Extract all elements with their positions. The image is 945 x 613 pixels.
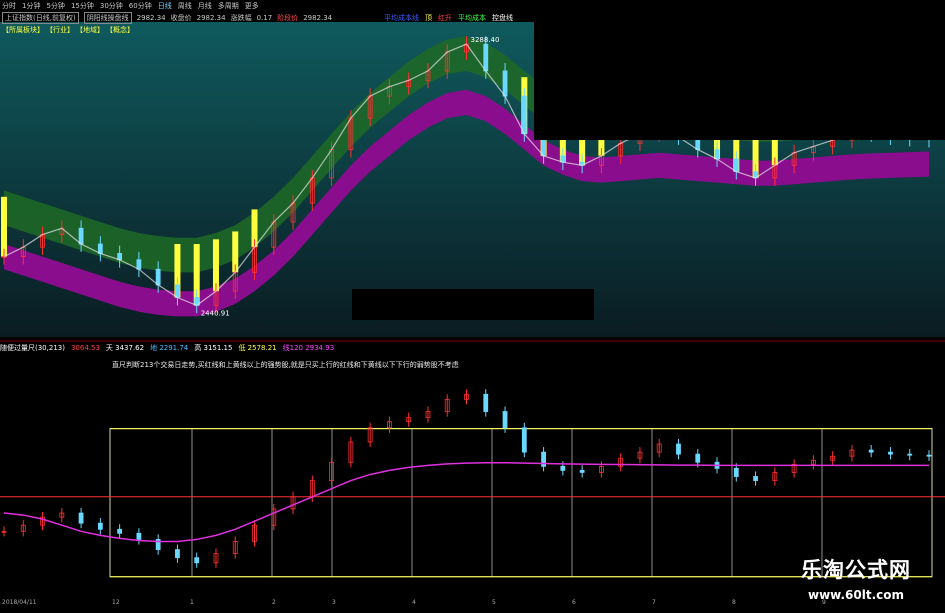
b-candle-body-46 [888,451,893,455]
candle-body-27 [521,95,527,135]
date-tick-5: 4 [412,599,416,606]
period-tab-10[interactable]: 更多 [245,1,259,11]
watermark-title: 乐淘公式网 [801,558,911,582]
candle-body-25 [483,43,489,72]
b-candle-body-4 [78,512,84,524]
overlay-rect-1 [534,0,945,140]
period-tab-1[interactable]: 1分钟 [22,1,40,11]
chart-legend: 平均成本线顶红升 平均成本 控盘线 [384,13,513,23]
candle-body-7 [136,259,142,270]
date-tick-8: 7 [652,599,656,606]
legend-item-1: 顶 [425,14,432,22]
legend-item-0: 平均成本线 [384,14,419,22]
period-tab-2[interactable]: 5分钟 [46,1,64,11]
indicator-panel-title[interactable]: 随便过量尺(30,213) [0,343,65,353]
candle-body-4 [78,227,84,245]
overlay-rect-2 [352,289,594,320]
chart-canvas: 3288.40 2440.91 [0,0,945,578]
period-tab-0[interactable]: 分时 [2,1,16,11]
period-tab-7[interactable]: 周线 [178,1,192,11]
b-candle-body-10 [194,557,200,564]
b-candle-body-5 [97,522,103,530]
date-tick-2: 1 [190,599,194,606]
indicator-value-2: 地 2291.74 [150,344,189,352]
b-candle-body-29 [560,465,566,471]
b-candle-body-26 [502,411,508,429]
indicator-value-3: 高 3151.15 [194,344,233,352]
high-label: 3288.40 [471,36,500,44]
tag-industry[interactable]: 【行业】 [46,25,74,35]
b-candle-body-36 [695,453,701,463]
index-name: 上证指数(日线,前复权) [2,11,79,24]
b-candle-body-27 [521,427,527,453]
indicator-panel-header: 随便过量尺(30,213) 3064.53 天 3437.62 地 2291.74 高… [0,343,334,353]
candle-body-38 [733,158,739,173]
b-candle-body-45 [868,449,874,453]
b-candle-body-39 [753,476,758,481]
info-bar: 上证指数(日线,前复权) 阴阳线操盘线 2982.34 收盘价 2982.34 … [0,11,333,24]
period-tab-5[interactable]: 60分钟 [129,1,152,11]
candle-body-5 [97,243,103,254]
date-tick-1: 12 [112,599,120,606]
watermark: 乐淘公式网 www.60lt.com [801,554,911,602]
indicator-value-1: 天 3437.62 [105,344,145,352]
tag-bar: 【所属板块】 【行业】 【地域】 【概念】 [2,25,134,35]
date-tick-6: 5 [492,599,496,606]
period-tab-4[interactable]: 30分钟 [100,1,123,11]
date-axis: 2018/04/11 12 1 2 3 4 5 6 7 8 9 [0,599,945,609]
candle-body-37 [714,149,720,160]
change-value: 0.17 [256,13,273,22]
period-tab-6[interactable]: 日线 [158,1,172,11]
legend-item-2: 红升 [438,14,452,22]
b-candle-body-6 [117,528,123,534]
yellow-bar-0 [1,196,7,257]
close-label: 收盘价 [170,13,192,22]
period-tab-9[interactable]: 多周期 [218,1,239,11]
indicator-value-5: 线120 2934.93 [282,344,335,352]
tag-region[interactable]: 【地域】 [76,25,104,35]
tag-sector[interactable]: 【所属板块】 [2,25,44,35]
date-tick-9: 8 [732,599,736,606]
period-tab-3[interactable]: 15分钟 [71,1,94,11]
candle-body-26 [502,70,508,97]
period-tab-8[interactable]: 月线 [198,1,212,11]
date-tick-0: 2018/04/11 [2,599,37,606]
indicator-value-4: 低 2578.21 [238,344,277,352]
b-candle-body-48 [926,454,932,457]
b-candle-body-25 [483,393,489,412]
date-tick-3: 2 [272,599,276,606]
price-value: 2982.34 [136,13,166,22]
b-candle-body-9 [175,549,180,559]
stock-chart: 3288.40 2440.91 [0,0,945,609]
low-label: 2440.91 [201,309,230,317]
b-candle-body-7 [136,532,142,540]
legend-item-4: 控盘线 [492,14,513,22]
tag-concept[interactable]: 【概念】 [106,25,134,35]
close-value: 2982.34 [196,13,226,22]
b-candle-body-47 [907,453,913,456]
candle-body-8 [155,268,161,286]
candle-body-9 [175,284,180,298]
line-120 [3,461,929,543]
extra-label: 阶段价 [277,13,299,22]
indicator-name[interactable]: 阴阳线操盘线 [83,11,132,24]
b-candle-body-38 [733,467,739,477]
legend-item-3: 平均成本 [458,14,486,22]
extra-value: 2982.34 [303,13,333,22]
date-tick-4: 3 [332,599,336,606]
indicator-description: 直尺判断213个交易日走势,买红线和上黄线以上的强势股,就是只买上行的红线和下黄… [112,361,459,369]
date-tick-7: 6 [572,599,576,606]
b-candle-body-30 [579,470,585,473]
change-label: 涨跌幅 [230,13,252,22]
indicator-value-0: 3064.53 [70,344,100,352]
date-tick-10: 9 [822,599,826,606]
period-toolbar: 分时 1分钟 5分钟 15分钟 30分钟 60分钟 日线 周线 月线 多周期 更多 [0,0,945,11]
b-candle-body-35 [676,443,681,455]
